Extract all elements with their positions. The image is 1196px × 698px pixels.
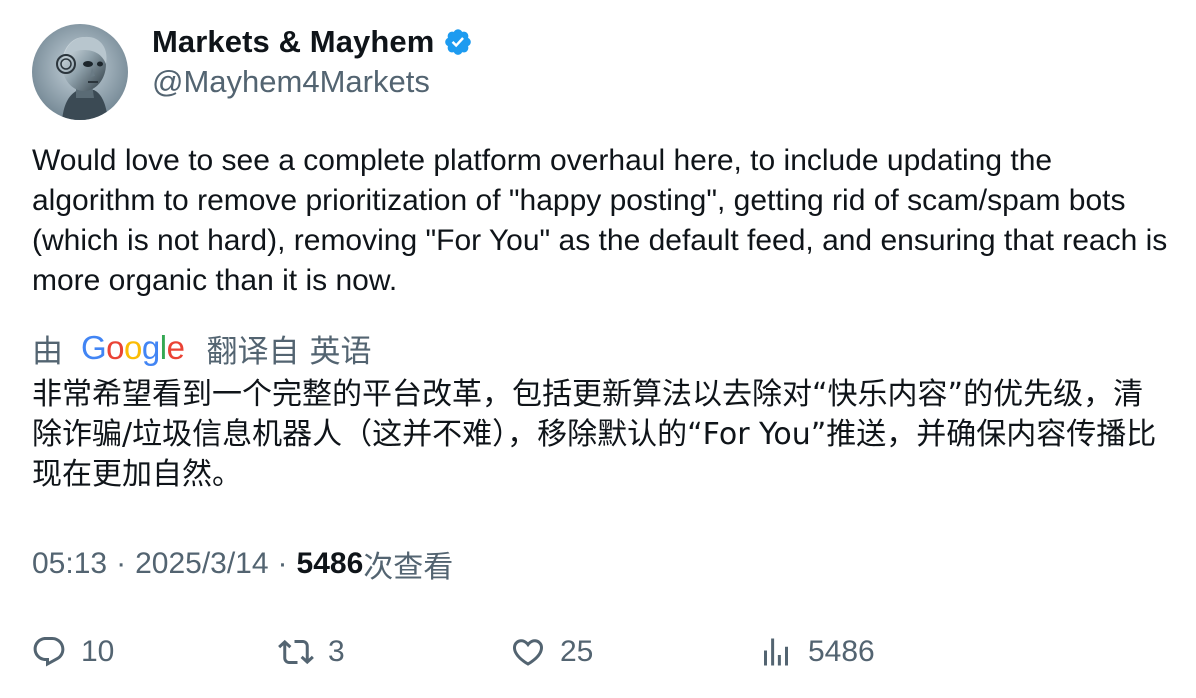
translated-from-label: 翻译自 [206, 333, 300, 369]
retweet-count: 3 [328, 635, 345, 668]
source-language: 英语 [309, 333, 372, 369]
analytics-icon [764, 638, 788, 666]
author-display-name[interactable]: Markets & Mayhem [152, 24, 434, 60]
tweet-text: Would love to see a complete platform ov… [32, 144, 1176, 297]
verified-badge-icon[interactable] [443, 27, 473, 57]
author-name-row: Markets & Mayhem [152, 22, 473, 62]
reply-count: 10 [81, 635, 115, 668]
author-handle[interactable]: @Mayhem4Markets [152, 62, 430, 102]
translation-attribution: 由 Google 翻译自 英语 [32, 326, 371, 370]
reply-button[interactable]: 10 [31, 630, 114, 674]
meta-separator: · [116, 547, 127, 580]
meta-separator: · [277, 547, 288, 580]
views-action-count: 5486 [808, 635, 875, 668]
retweet-icon [278, 639, 314, 665]
translated-by-label: 由 [32, 333, 63, 369]
views-label: 次查看 [363, 551, 454, 584]
google-logo[interactable]: Google [81, 329, 185, 367]
like-button[interactable]: 25 [510, 630, 593, 674]
views-button[interactable]: 5486 [758, 630, 875, 674]
translated-text: 非常希望看到一个完整的平台改革，包括更新算法以去除对“快乐内容”的优先级，清除诈… [32, 377, 1157, 492]
reply-icon [33, 637, 65, 667]
robot-avatar-image [32, 24, 128, 120]
avatar[interactable] [32, 24, 128, 120]
tweet-meta: 05:13 · 2025/3/14 · 5486 次查看 [32, 544, 453, 584]
tweet-date[interactable]: 2025/3/14 [135, 547, 268, 581]
retweet-button[interactable]: 3 [278, 630, 345, 674]
tweet-time[interactable]: 05:13 [32, 547, 107, 581]
heart-icon [512, 639, 544, 666]
like-count: 25 [560, 635, 594, 668]
views-count: 5486 [296, 547, 364, 580]
